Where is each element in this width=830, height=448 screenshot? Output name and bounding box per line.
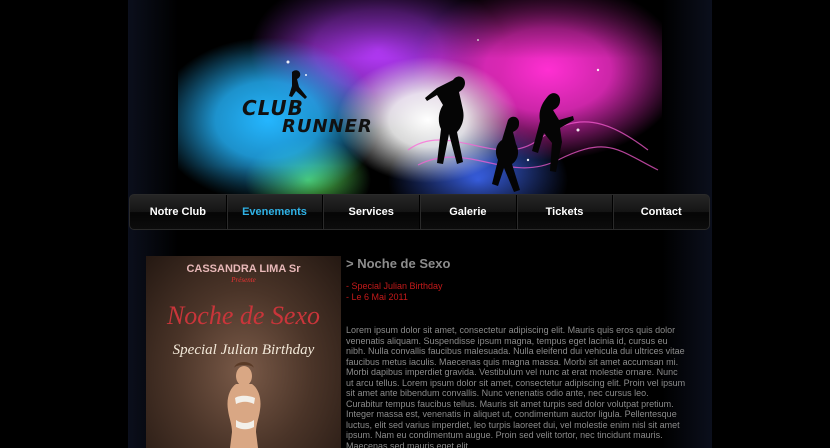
- poster-title: Noche de Sexo: [166, 301, 321, 330]
- event-meta-line: - Special Julian Birthday: [346, 281, 443, 291]
- poster-subtitle: Special Julian Birthday: [172, 342, 315, 358]
- club-runner-logo[interactable]: CLUB RUNNER: [242, 96, 382, 140]
- event-poster[interactable]: CASSANDRA LIMA Sr Présente Noche de Sexo…: [146, 256, 341, 448]
- nav-item-tickets[interactable]: Tickets: [515, 195, 613, 229]
- nav-item-contact[interactable]: Contact: [612, 195, 709, 229]
- nav-item-galerie[interactable]: Galerie: [419, 195, 516, 229]
- poster-headline: CASSANDRA LIMA Sr: [186, 263, 301, 275]
- nav-item-notre-club[interactable]: Notre Club: [130, 195, 226, 229]
- nav-item-services[interactable]: Services: [322, 195, 419, 229]
- main-nav: Notre Club Evenements Services Galerie T…: [129, 194, 710, 230]
- left-margin: [0, 0, 128, 448]
- event-title: > Noche de Sexo: [346, 256, 451, 271]
- nav-item-evenements[interactable]: Evenements: [225, 195, 323, 229]
- event-description: Lorem ipsum dolor sit amet, consectetur …: [346, 325, 686, 448]
- event-article: > Noche de Sexo - Special Julian Birthda…: [346, 256, 686, 448]
- right-margin: [710, 0, 830, 448]
- logo-line-2: RUNNER: [282, 116, 373, 137]
- poster-presents: Présente: [231, 276, 256, 284]
- event-meta-date: - Le 6 Mai 2011: [346, 292, 408, 302]
- event-meta: - Special Julian Birthday - Le 6 Mai 201…: [346, 281, 686, 303]
